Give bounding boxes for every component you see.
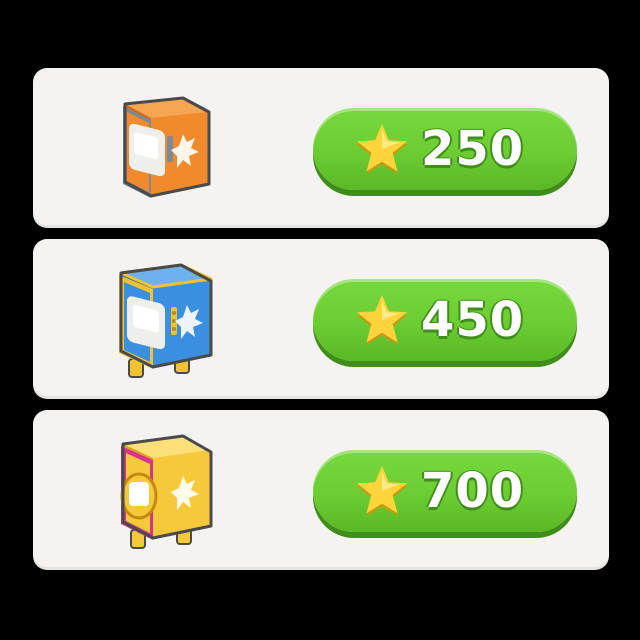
star-icon bbox=[356, 465, 408, 517]
price-label: 450 bbox=[421, 292, 525, 348]
star-icon bbox=[356, 123, 408, 175]
gold-safe-icon bbox=[120, 434, 213, 549]
orange-safe-icon bbox=[123, 96, 211, 198]
offer-row: 700 bbox=[33, 410, 609, 570]
price-label: 250 bbox=[421, 121, 525, 177]
blue-safe-icon bbox=[119, 263, 213, 378]
price-label: 700 bbox=[421, 463, 525, 519]
star-icon bbox=[356, 294, 408, 346]
buy-button[interactable]: 700 bbox=[313, 450, 577, 532]
offer-row: 250 bbox=[33, 68, 609, 228]
offer-row: 450 bbox=[33, 239, 609, 399]
shop-offers: 250 450 700 bbox=[0, 0, 640, 640]
buy-button[interactable]: 250 bbox=[313, 108, 577, 190]
buy-button[interactable]: 450 bbox=[313, 279, 577, 361]
